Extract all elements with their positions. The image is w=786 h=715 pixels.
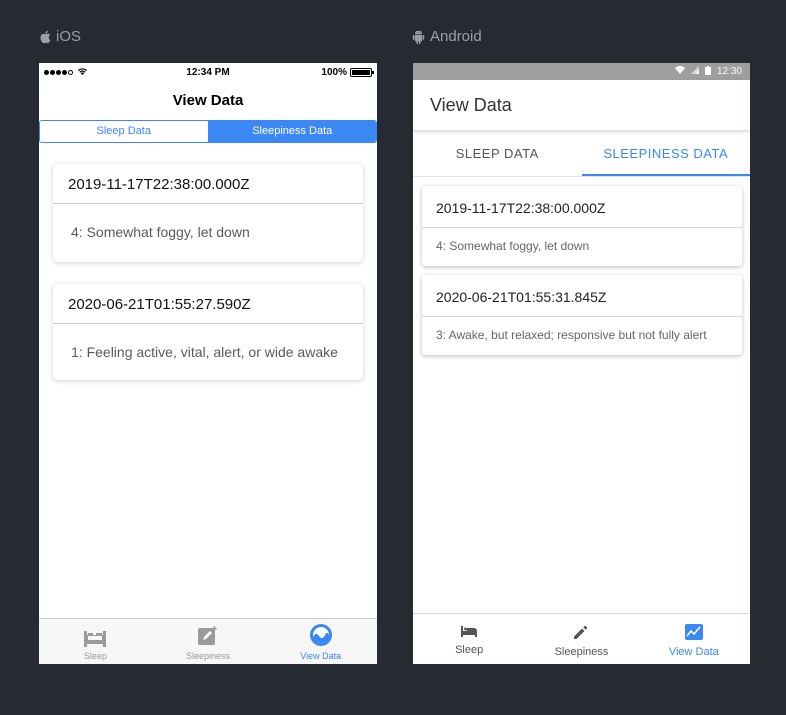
nav-view-data[interactable]: View Data <box>638 614 750 664</box>
entry-timestamp: 2020-06-21T01:55:31.845Z <box>422 275 742 317</box>
list-item[interactable]: 2019-11-17T22:38:00.000Z 4: Somewhat fog… <box>53 164 363 262</box>
list-item[interactable]: 2020-06-21T01:55:27.590Z 1: Feeling acti… <box>53 284 363 380</box>
wifi-icon <box>77 67 88 78</box>
android-icon <box>412 29 425 44</box>
page-title: View Data <box>172 92 244 109</box>
signal-icon <box>44 70 73 75</box>
entry-value: 4: Somewhat foggy, let down <box>71 224 250 240</box>
segment-sleep-data[interactable]: Sleep Data <box>40 121 208 142</box>
list-item[interactable]: 2019-11-17T22:38:00.000Z 4: Somewhat fog… <box>422 186 742 266</box>
entry-timestamp: 2020-06-21T01:55:27.590Z <box>53 284 363 324</box>
ios-status-bar: 12:34 PM 100% <box>39 63 377 82</box>
ios-phone-screen: 12:34 PM 100% View Data Sleep Data Sleep… <box>39 63 377 664</box>
signal-icon <box>690 66 699 77</box>
pencil-icon <box>572 624 590 646</box>
apple-icon <box>39 30 51 44</box>
nav-sleep[interactable]: Sleep <box>413 614 525 664</box>
tab-view-data[interactable]: View Data <box>264 619 377 664</box>
bed-icon <box>82 627 108 651</box>
ios-platform-label: iOS <box>39 28 81 45</box>
segmented-control: Sleep Data Sleepiness Data <box>39 120 377 143</box>
tab-bar: Sleep Sleepiness View Data <box>39 618 377 664</box>
android-status-time: 12:30 <box>716 66 742 77</box>
android-status-bar: 12:30 <box>413 63 750 80</box>
tab-sleepiness-data[interactable]: SLEEPINESS DATA <box>581 132 750 176</box>
tab-label: View Data <box>300 651 342 661</box>
android-platform-label: Android <box>412 28 482 45</box>
nav-label: Sleepiness <box>554 646 609 658</box>
battery-icon <box>704 65 711 78</box>
android-label-text: Android <box>430 28 482 45</box>
entry-value: 1: Feeling active, vital, alert, or wide… <box>71 344 338 360</box>
tab-label: Sleepiness <box>185 651 231 661</box>
chart-icon <box>309 623 333 651</box>
tab-sleepiness[interactable]: Sleepiness <box>152 619 265 664</box>
entry-timestamp: 2019-11-17T22:38:00.000Z <box>53 164 363 204</box>
tab-strip: SLEEP DATA SLEEPINESS DATA <box>413 132 750 177</box>
battery-icon <box>350 68 374 77</box>
bottom-navigation: Sleep Sleepiness View Data <box>413 613 750 664</box>
chart-icon <box>684 624 703 646</box>
pencil-icon <box>195 625 221 651</box>
ios-battery-percent: 100% <box>321 67 347 78</box>
nav-label: View Data <box>668 646 719 658</box>
bed-icon <box>460 624 478 644</box>
segment-sleepiness-data[interactable]: Sleepiness Data <box>207 121 376 142</box>
android-phone-screen: 12:30 View Data SLEEP DATA SLEEPINESS DA… <box>413 63 750 664</box>
nav-sleepiness[interactable]: Sleepiness <box>525 614 637 664</box>
tab-sleep-data[interactable]: SLEEP DATA <box>413 132 582 176</box>
entry-timestamp: 2019-11-17T22:38:00.000Z <box>422 186 742 228</box>
ios-label-text: iOS <box>56 28 82 45</box>
data-list: 2019-11-17T22:38:00.000Z 4: Somewhat fog… <box>39 143 377 380</box>
tab-sleep[interactable]: Sleep <box>39 619 152 664</box>
tab-label: Sleep <box>83 651 107 661</box>
list-item[interactable]: 2020-06-21T01:55:31.845Z 3: Awake, but r… <box>422 275 742 355</box>
entry-value: 4: Somewhat foggy, let down <box>436 239 590 253</box>
nav-label: Sleep <box>455 644 484 656</box>
entry-value: 3: Awake, but relaxed; responsive but no… <box>436 328 707 342</box>
wifi-icon <box>674 66 685 77</box>
page-title: View Data <box>413 80 750 130</box>
data-list: 2019-11-17T22:38:00.000Z 4: Somewhat fog… <box>413 177 750 355</box>
